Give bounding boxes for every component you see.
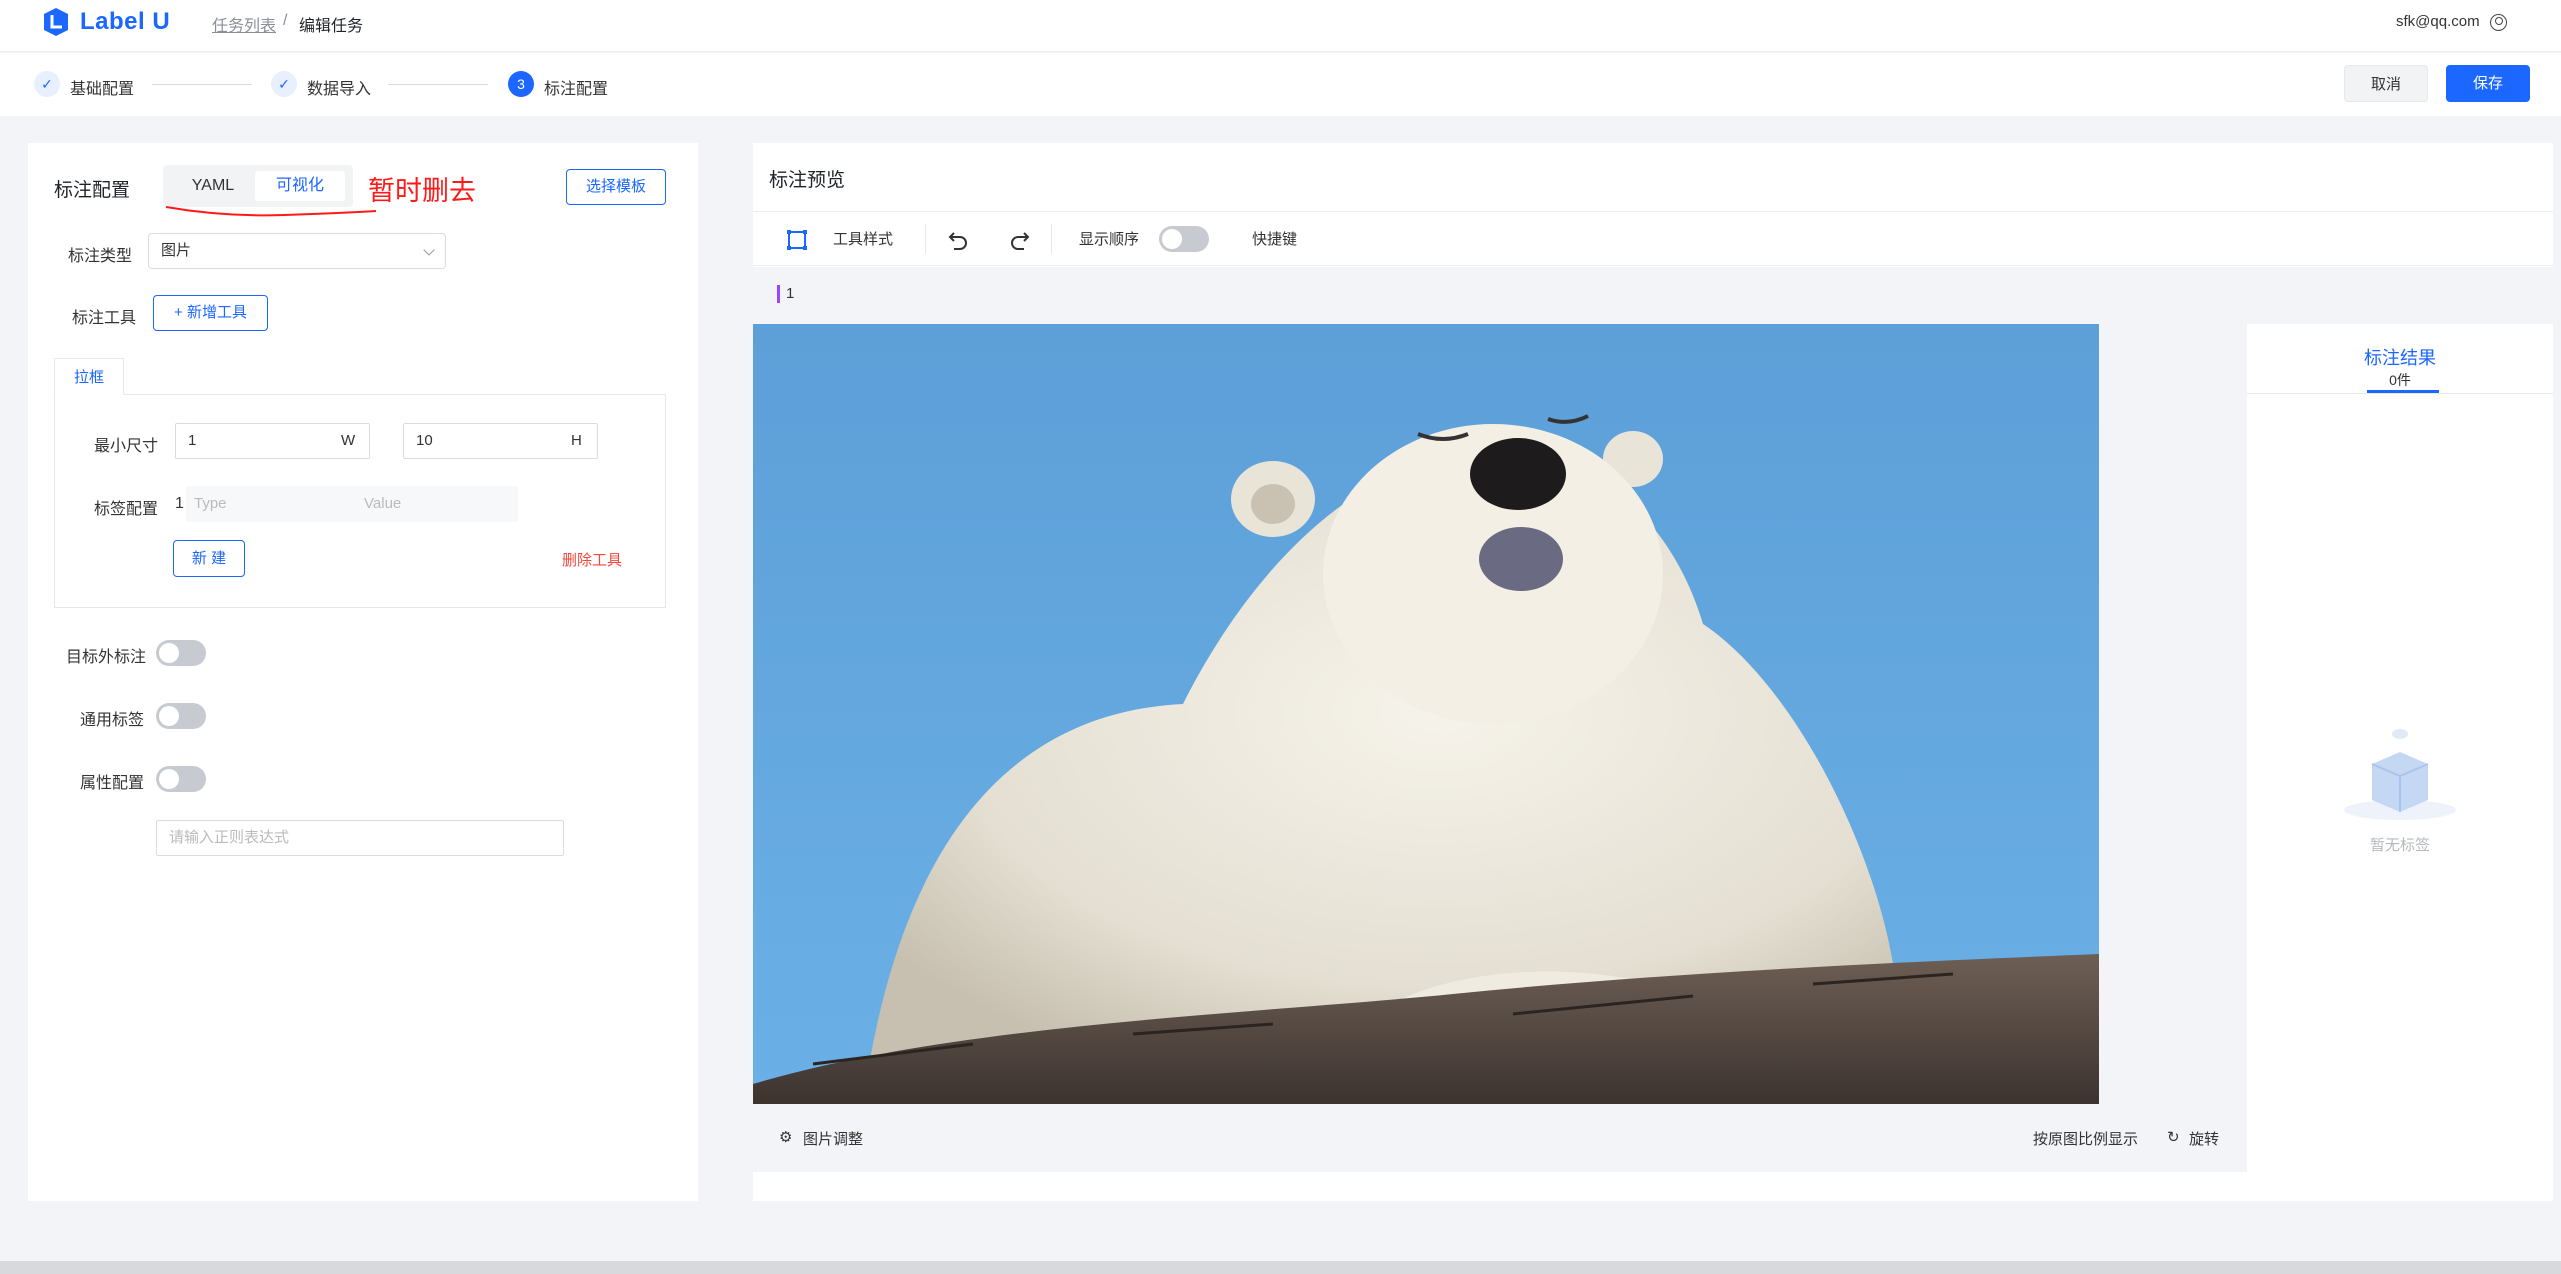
polar-bear-image[interactable] xyxy=(753,324,2099,1104)
top-header: Label U 任务列表 / 编辑任务 sfk@qq.com xyxy=(0,0,2561,52)
annotation-index-strip: 1 xyxy=(753,267,2553,325)
gear-icon[interactable]: ⚙ xyxy=(779,1128,792,1146)
annotation-results-sidebar: 标注结果 0件 暂无标签 xyxy=(2247,324,2553,1172)
preview-toolbar: 工具样式 显示顺序 快捷键 xyxy=(753,211,2553,266)
undo-icon[interactable] xyxy=(946,228,970,252)
empty-results-text: 暂无标签 xyxy=(2369,837,2430,854)
step-2-label[interactable]: 数据导入 xyxy=(307,75,371,99)
regex-input[interactable]: 请输入正则表达式 xyxy=(156,820,564,856)
label-u-logo-icon xyxy=(44,8,68,36)
annotation-type-label: 标注类型 xyxy=(68,248,133,265)
empty-box-icon xyxy=(2344,729,2456,820)
results-title[interactable]: 标注结果 xyxy=(2247,344,2553,370)
toolbar-divider xyxy=(1051,224,1052,254)
app-logo-text: Label U xyxy=(80,8,171,35)
mode-visual-tab[interactable]: 可视化 xyxy=(255,171,345,201)
rotate-button[interactable]: 旋转 xyxy=(2189,1128,2219,1149)
chevron-down-icon xyxy=(423,244,435,256)
annotation-config-panel: 标注配置 YAML 可视化 暂时删去 选择模板 标注类型 图片 标注工具 + 新… xyxy=(28,143,698,1201)
min-width-value: 1 xyxy=(188,432,197,449)
save-button[interactable]: 保存 xyxy=(2446,65,2530,102)
tag-index: 1 xyxy=(175,495,184,512)
image-adjust-button[interactable]: 图片调整 xyxy=(803,1128,863,1149)
annotation-type-select[interactable]: 图片 xyxy=(148,233,446,269)
tag-type-input[interactable]: Type xyxy=(186,486,356,522)
step-connector xyxy=(152,84,252,85)
attribute-config-toggle[interactable] xyxy=(156,766,206,792)
attribute-config-label: 属性配置 xyxy=(80,775,145,792)
annotation-tool-label: 标注工具 xyxy=(72,310,137,327)
height-suffix: H xyxy=(571,432,582,449)
step-1-label[interactable]: 基础配置 xyxy=(70,75,134,99)
config-title: 标注配置 xyxy=(54,180,131,201)
tag-value-input[interactable]: Value xyxy=(356,486,518,522)
step-2-check-icon: ✓ xyxy=(271,71,297,97)
user-avatar-icon[interactable] xyxy=(2490,14,2507,31)
step-3-label[interactable]: 标注配置 xyxy=(544,75,608,99)
min-height-input[interactable]: 10 xyxy=(403,423,598,459)
show-order-toggle[interactable] xyxy=(1159,226,1209,252)
breadcrumb-edit-task: 编辑任务 xyxy=(299,18,364,35)
tool-style-button[interactable]: 工具样式 xyxy=(833,228,893,249)
original-ratio-button[interactable]: 按原图比例显示 xyxy=(2033,1128,2138,1149)
mode-yaml-tab[interactable]: YAML xyxy=(171,171,255,201)
redo-icon[interactable] xyxy=(1008,228,1032,252)
outside-annotation-toggle[interactable] xyxy=(156,640,206,666)
add-tool-button[interactable]: + 新增工具 xyxy=(153,295,268,331)
width-suffix: W xyxy=(341,432,356,449)
min-size-label: 最小尺寸 xyxy=(94,438,159,455)
new-tag-button[interactable]: 新 建 xyxy=(173,540,245,577)
rotate-icon[interactable]: ↻ xyxy=(2167,1128,2180,1146)
min-height-value: 10 xyxy=(416,432,433,449)
common-tag-toggle[interactable] xyxy=(156,703,206,729)
annotation-index[interactable]: 1 xyxy=(777,285,794,303)
delete-tool-link[interactable]: 删除工具 xyxy=(562,549,622,570)
mode-switch: YAML 可视化 xyxy=(163,165,353,207)
breadcrumb-separator: / xyxy=(283,12,288,29)
red-underline-annotation xyxy=(165,206,377,217)
breadcrumb-task-list[interactable]: 任务列表 xyxy=(212,12,276,36)
annotation-canvas[interactable] xyxy=(753,324,2247,1104)
shortcut-button[interactable]: 快捷键 xyxy=(1252,228,1297,249)
tab-rect-tool[interactable]: 拉框 xyxy=(54,358,124,395)
rect-tool-icon[interactable] xyxy=(785,228,809,252)
show-order-label: 显示顺序 xyxy=(1079,231,1140,248)
horizontal-scrollbar[interactable] xyxy=(0,1261,2561,1274)
results-count: 0件 xyxy=(2389,372,2411,388)
outside-annotation-label: 目标外标注 xyxy=(66,649,147,666)
cancel-button[interactable]: 取消 xyxy=(2344,65,2428,102)
toolbar-divider xyxy=(925,224,926,254)
step-connector xyxy=(388,84,488,85)
tag-config-label: 标签配置 xyxy=(94,501,159,518)
user-email[interactable]: sfk@qq.com xyxy=(2396,13,2480,30)
preview-title: 标注预览 xyxy=(769,170,846,191)
select-template-button[interactable]: 选择模板 xyxy=(566,169,666,205)
results-divider xyxy=(2247,393,2553,394)
step-3-number: 3 xyxy=(508,71,534,97)
canvas-bottom-bar: ⚙ 图片调整 按原图比例显示 ↻ 旋转 xyxy=(753,1104,2247,1172)
step-1-check-icon: ✓ xyxy=(34,71,60,97)
annotation-preview-panel: 标注预览 工具样式 显示顺序 快捷键 1 标注结果 0件 暂无标签 ⚙ 图片调整… xyxy=(753,143,2553,1201)
deleted-note: 暂时删去 xyxy=(368,176,476,206)
annotation-type-value: 图片 xyxy=(161,242,192,259)
common-tag-label: 通用标签 xyxy=(80,712,145,729)
steps-bar: ✓ 基础配置 ✓ 数据导入 3 标注配置 取消 保存 xyxy=(0,53,2561,116)
